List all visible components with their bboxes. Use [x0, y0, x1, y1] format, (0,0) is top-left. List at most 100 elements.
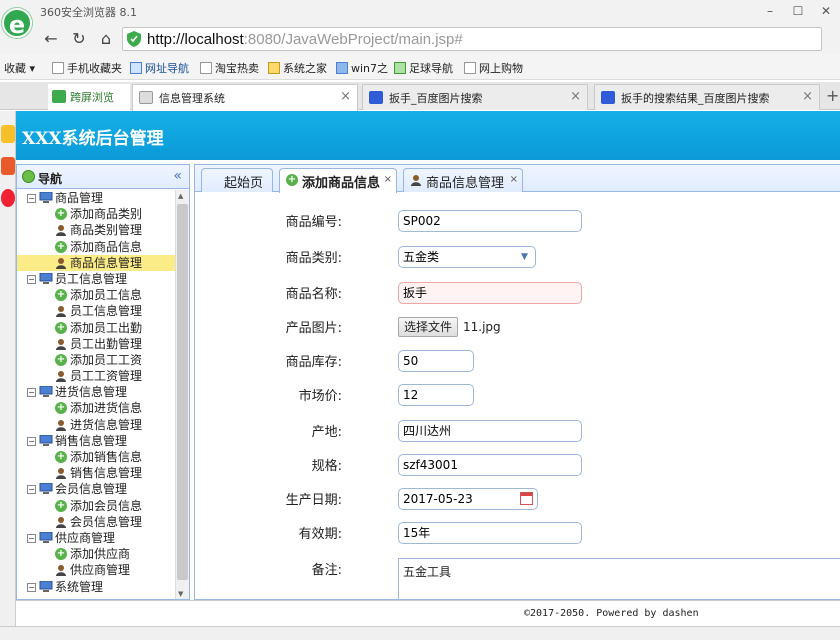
- tree-group[interactable]: − 供应商管理: [17, 530, 177, 546]
- close-tab-icon[interactable]: ×: [802, 89, 813, 104]
- browser-tabs-bar: 跨屏浏览 信息管理系统 × 扳手_百度图片搜索 × 扳手的搜索结果_百度图片搜索…: [0, 82, 840, 111]
- tree-item[interactable]: + 添加商品类别: [17, 206, 177, 222]
- tree-group[interactable]: − 系统管理: [17, 579, 177, 595]
- tree-group[interactable]: − 会员信息管理: [17, 481, 177, 497]
- close-tab-icon[interactable]: ×: [384, 174, 392, 185]
- collapse-toggle-icon[interactable]: −: [27, 274, 36, 284]
- bookmark-favorites[interactable]: 收藏 ▾: [4, 60, 35, 76]
- scroll-thumb[interactable]: [177, 204, 188, 580]
- star-icon[interactable]: [1, 125, 15, 143]
- bookmark-item[interactable]: 淘宝热卖: [200, 60, 259, 76]
- tree-item-label: 添加会员信息: [70, 498, 143, 513]
- origin-input[interactable]: 四川达州: [398, 420, 582, 442]
- tree-group[interactable]: − 进货信息管理: [17, 384, 177, 400]
- tree-item[interactable]: 销售信息管理: [17, 465, 177, 481]
- stock-label: 商品库存:: [285, 355, 342, 370]
- close-tab-icon[interactable]: ×: [510, 174, 518, 185]
- price-input[interactable]: 12: [398, 384, 474, 406]
- close-window-icon[interactable]: ✕: [812, 0, 840, 24]
- page-icon: [464, 62, 476, 74]
- tree-item[interactable]: + 添加会员信息: [17, 498, 177, 514]
- tab-product-manage[interactable]: 商品信息管理 ×: [403, 168, 523, 192]
- collapse-toggle-icon[interactable]: −: [27, 485, 36, 495]
- validity-input[interactable]: 15年: [398, 522, 582, 544]
- reload-icon[interactable]: ↻: [68, 28, 90, 50]
- collapse-icon[interactable]: «: [173, 168, 182, 184]
- calendar-icon[interactable]: [520, 492, 533, 505]
- tab-baidu-search[interactable]: 扳手的搜索结果_百度图片搜索 ×: [594, 84, 820, 110]
- user-icon: [56, 468, 66, 480]
- product-no-input[interactable]: SP002: [398, 210, 582, 232]
- stock-input[interactable]: 50: [398, 350, 474, 372]
- new-tab-button[interactable]: +: [826, 86, 839, 105]
- tree-item[interactable]: + 添加员工工资: [17, 352, 177, 368]
- collapse-toggle-icon[interactable]: −: [27, 582, 36, 592]
- browser-status-bar: [0, 626, 840, 640]
- tree-item[interactable]: + 添加商品信息: [17, 239, 177, 255]
- close-tab-icon[interactable]: ×: [570, 89, 581, 104]
- tree-item[interactable]: 进货信息管理: [17, 417, 177, 433]
- fire-icon[interactable]: [1, 157, 15, 175]
- tree-group[interactable]: − 销售信息管理: [17, 433, 177, 449]
- bookmarks-bar: 收藏 ▾ 手机收藏夹 网址导航 淘宝热卖 系统之家 win7之 足球导航 网上购…: [0, 54, 840, 80]
- tree-item[interactable]: 员工信息管理: [17, 303, 177, 319]
- minimize-icon[interactable]: –: [756, 0, 784, 24]
- add-icon: +: [286, 174, 298, 186]
- bookmark-item[interactable]: 系统之家: [268, 60, 327, 76]
- tree-group[interactable]: − 商品管理: [17, 190, 177, 206]
- address-bar[interactable]: http://localhost:8080/JavaWebProject/mai…: [122, 27, 822, 51]
- bookmark-item[interactable]: win7之: [336, 60, 388, 76]
- computer-icon: [39, 531, 53, 543]
- tab-baidu-images[interactable]: 扳手_百度图片搜索 ×: [362, 84, 588, 110]
- user-icon: [56, 516, 66, 528]
- tree-item[interactable]: 会员信息管理: [17, 514, 177, 530]
- tab-info-system[interactable]: 信息管理系统 ×: [132, 84, 358, 111]
- scroll-up-icon[interactable]: ▲: [178, 192, 183, 200]
- user-icon: [56, 257, 66, 269]
- collapse-toggle-icon[interactable]: −: [27, 388, 36, 398]
- maximize-icon[interactable]: ☐: [784, 0, 812, 24]
- page-icon: [52, 62, 64, 74]
- tree-group[interactable]: − 员工信息管理: [17, 271, 177, 287]
- close-tab-icon[interactable]: ×: [340, 89, 351, 104]
- remark-textarea[interactable]: 五金工具: [398, 558, 840, 599]
- bookmark-item[interactable]: 足球导航: [394, 60, 453, 76]
- add-icon: +: [55, 548, 67, 561]
- category-select[interactable]: 五金类 ▼: [398, 246, 536, 268]
- tab-home[interactable]: 起始页: [201, 168, 273, 192]
- tree-item[interactable]: + 添加员工出勤: [17, 320, 177, 336]
- home-icon[interactable]: ⌂: [95, 28, 117, 50]
- tree-item[interactable]: 供应商管理: [17, 562, 177, 578]
- browser-logo-icon[interactable]: e: [2, 8, 32, 39]
- back-icon[interactable]: ←: [40, 28, 62, 50]
- tree-item[interactable]: 员工出勤管理: [17, 336, 177, 352]
- tab-add-product[interactable]: + 添加商品信息 ×: [279, 168, 397, 193]
- production-date-input[interactable]: 2017-05-23: [398, 488, 538, 510]
- collapse-toggle-icon[interactable]: −: [27, 194, 36, 203]
- tab-cross-screen[interactable]: 跨屏浏览: [48, 84, 130, 110]
- chevron-down-icon: ▼: [521, 252, 528, 262]
- tree-item[interactable]: + 添加员工信息: [17, 287, 177, 303]
- tree-item[interactable]: + 添加销售信息: [17, 449, 177, 465]
- bookmark-item[interactable]: 手机收藏夹: [52, 60, 122, 76]
- collapse-toggle-icon[interactable]: −: [27, 533, 36, 543]
- bookmark-item[interactable]: 网上购物: [464, 60, 523, 76]
- collapse-toggle-icon[interactable]: −: [27, 436, 36, 446]
- bookmark-item[interactable]: 网址导航: [130, 60, 189, 76]
- tree-item[interactable]: 员工工资管理: [17, 368, 177, 384]
- add-icon: +: [55, 240, 67, 253]
- choose-file-button[interactable]: 选择文件: [398, 317, 459, 337]
- product-name-input[interactable]: 扳手: [398, 282, 582, 304]
- page-icon: [200, 62, 212, 74]
- circle-icon[interactable]: [1, 189, 15, 207]
- page-icon: [130, 62, 142, 74]
- scroll-down-icon[interactable]: ▼: [178, 590, 183, 598]
- tree-item[interactable]: + 添加进货信息: [17, 400, 177, 416]
- price-label: 市场价:: [298, 389, 342, 404]
- user-icon: [56, 419, 66, 431]
- sidebar-scrollbar[interactable]: ▲ ▼: [175, 190, 189, 599]
- tree-item[interactable]: 商品信息管理: [17, 254, 177, 271]
- tree-item[interactable]: + 添加供应商: [17, 546, 177, 562]
- tree-item[interactable]: 商品类别管理: [17, 222, 177, 238]
- spec-input[interactable]: szf43001: [398, 454, 582, 476]
